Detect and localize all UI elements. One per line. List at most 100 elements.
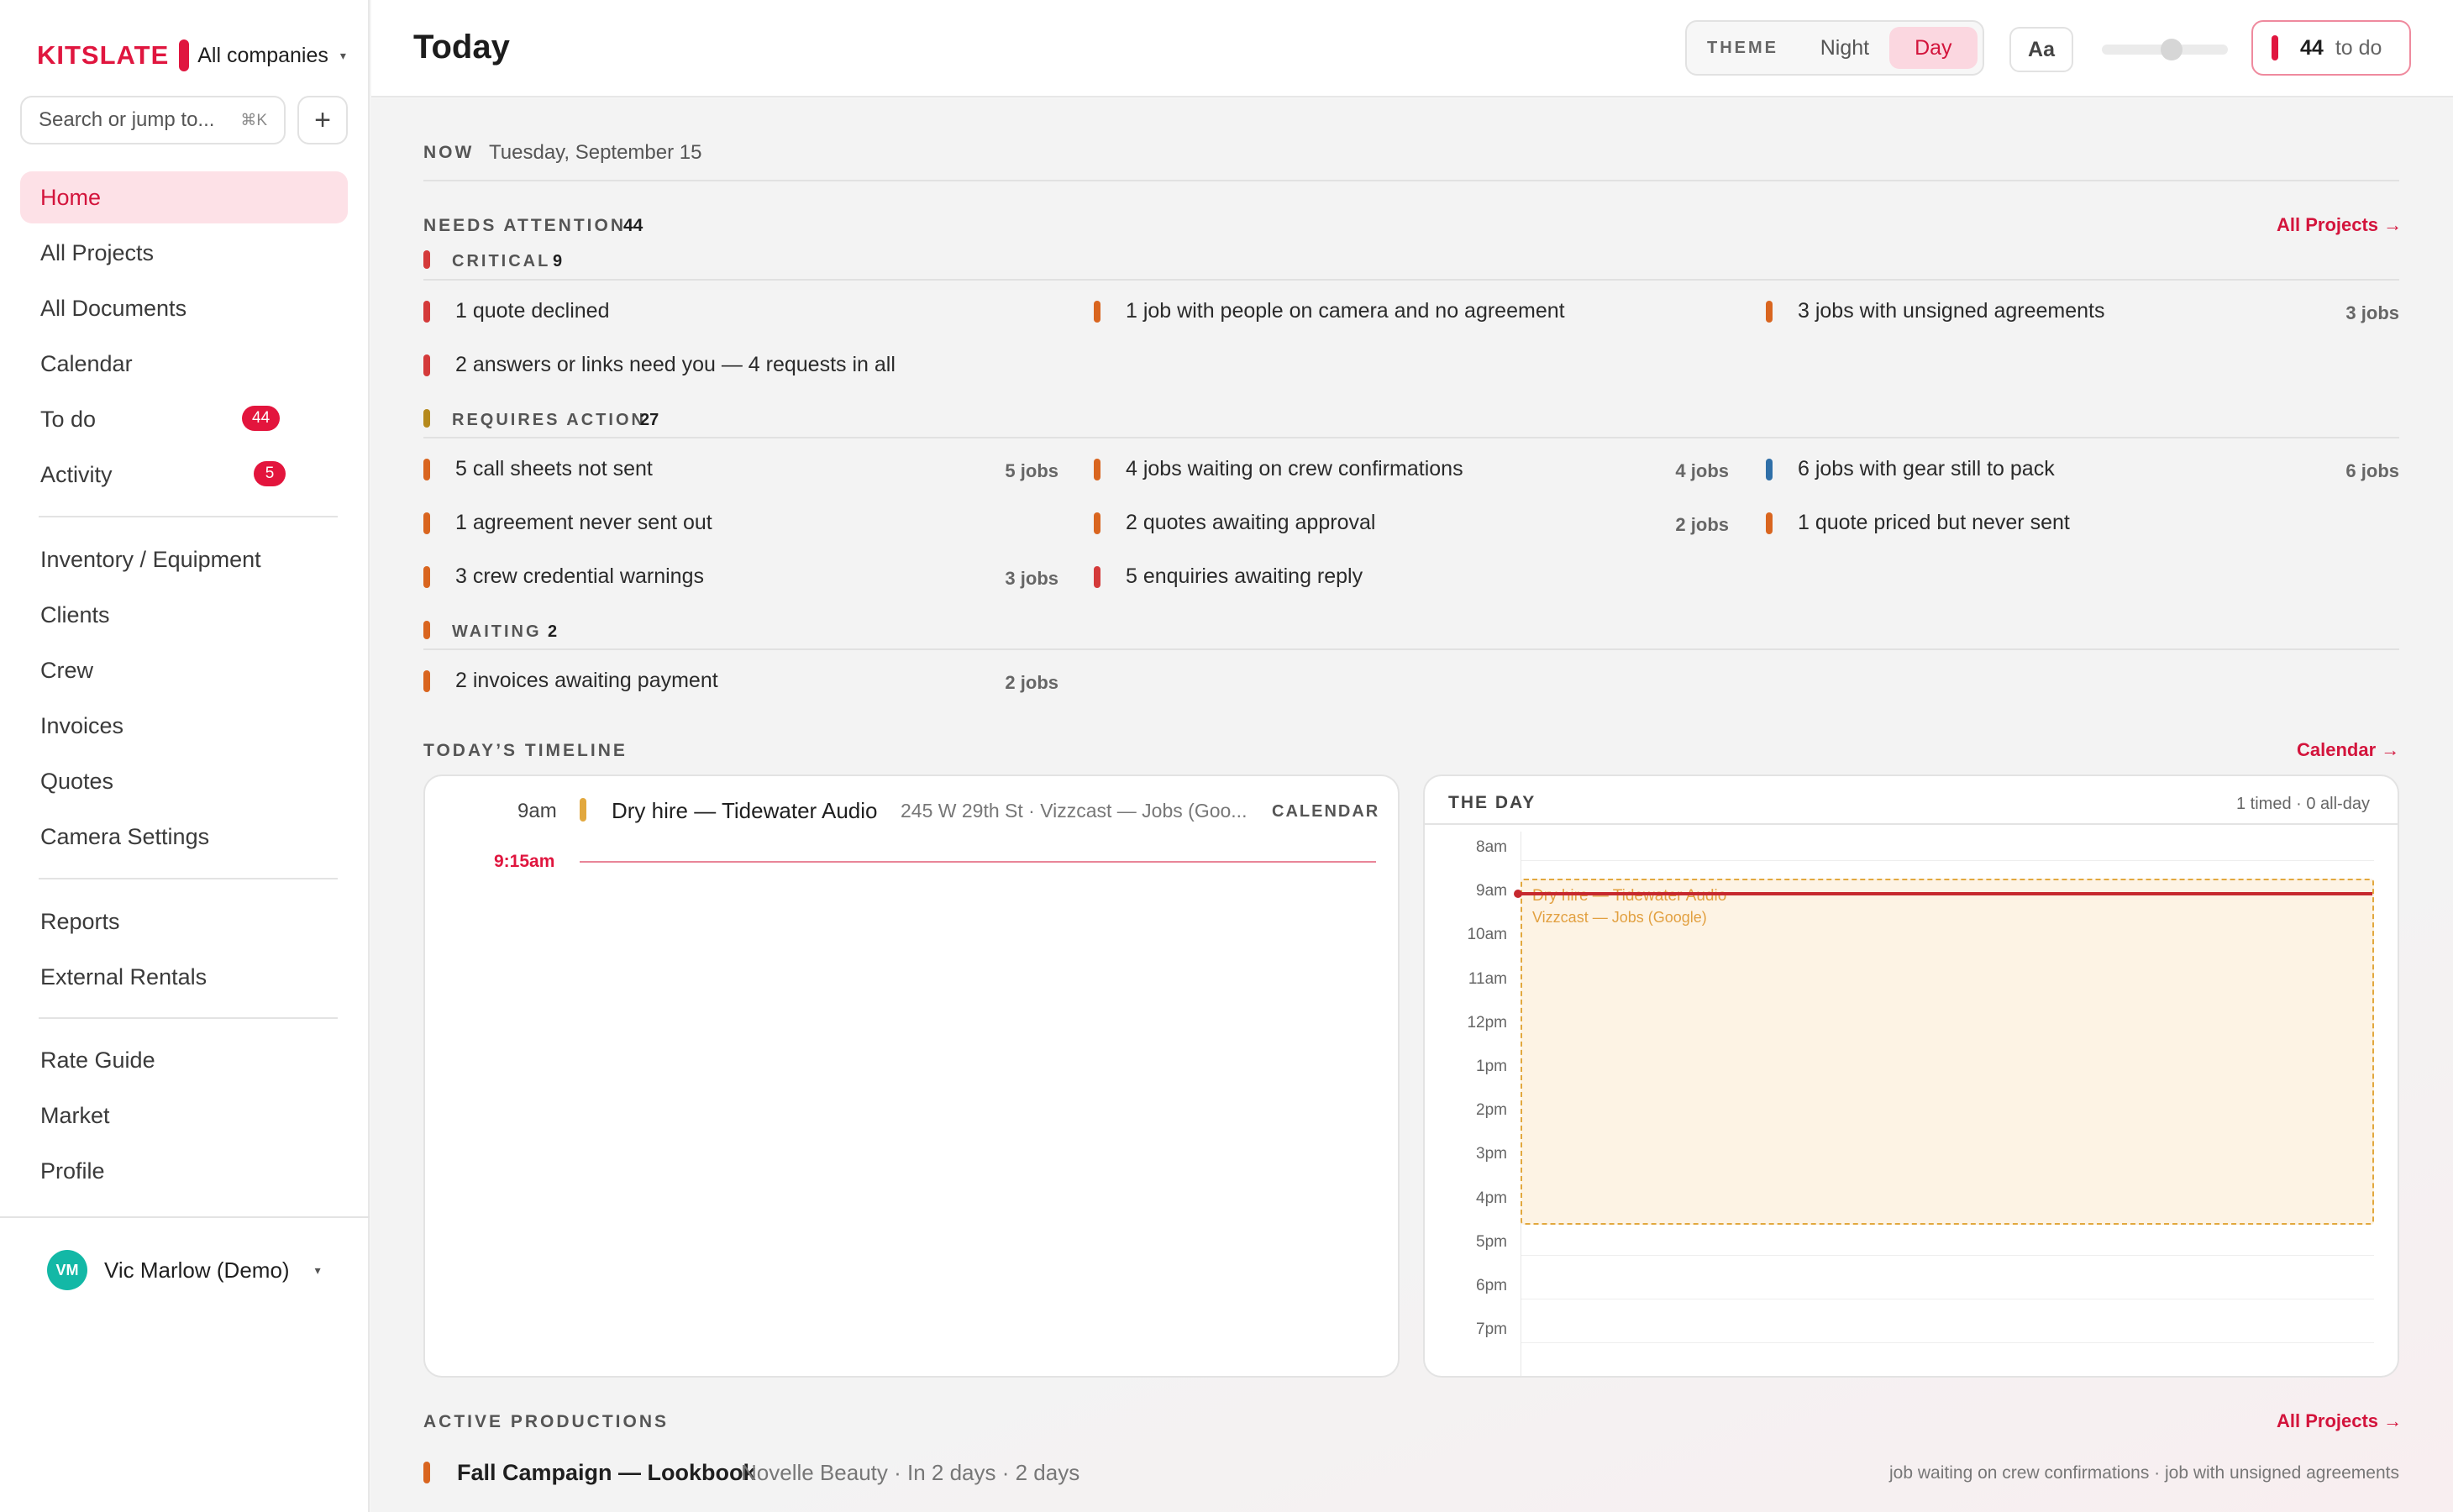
sidebar-item-inventory[interactable]: Inventory / Equipment xyxy=(20,533,348,585)
list-item-marker xyxy=(423,459,430,480)
event-title[interactable]: Dry hire — Tidewater Audio xyxy=(612,798,877,824)
search-placeholder: Search or jump to... xyxy=(39,108,215,131)
hour-label: 6pm xyxy=(1476,1277,1507,1294)
hour-gridline xyxy=(1521,860,2374,861)
list-item[interactable]: 3 crew credential warnings xyxy=(455,564,704,589)
todo-bar-icon xyxy=(2272,35,2278,60)
event-marker xyxy=(580,798,586,822)
sidebar-item-invoices[interactable]: Invoices xyxy=(20,700,348,752)
sidebar-item-reports[interactable]: Reports xyxy=(20,895,348,948)
list-item[interactable]: 1 quote declined xyxy=(455,299,609,323)
all-projects-link[interactable]: All Projects → xyxy=(2277,214,2402,236)
jobs-count: 5 jobs xyxy=(1005,460,1058,481)
list-item-marker xyxy=(423,670,430,692)
all-projects-link[interactable]: All Projects → xyxy=(2277,1410,2402,1432)
production-flags: job waiting on crew confirmations · job … xyxy=(1889,1463,2399,1483)
sidebar-divider xyxy=(39,1017,338,1019)
sidebar-divider xyxy=(39,878,338,879)
sidebar-item-home[interactable]: Home xyxy=(20,171,348,223)
sidebar-item-label: All Projects xyxy=(40,239,155,265)
user-menu[interactable]: VM Vic Marlow (Demo) ▾ xyxy=(47,1249,321,1291)
sidebar-item-crew[interactable]: Crew xyxy=(20,644,348,696)
hour-label: 9am xyxy=(1476,882,1507,900)
list-item-marker xyxy=(1766,512,1773,534)
now-label: NOW xyxy=(423,143,475,162)
requires-action-marker xyxy=(423,409,430,428)
brand-logo: KITSLATE xyxy=(37,40,170,70)
timeline-label: TODAY’S TIMELINE xyxy=(423,741,628,760)
sidebar-item-label: Camera Settings xyxy=(40,823,210,849)
list-item[interactable]: 1 quote priced but never sent xyxy=(1798,511,2070,535)
sidebar-item-rate-guide[interactable]: Rate Guide xyxy=(20,1034,348,1086)
brand-switcher[interactable]: KITSLATE All companies ▾ xyxy=(37,37,346,74)
critical-marker xyxy=(423,250,430,269)
divider xyxy=(423,437,2399,438)
sidebar-item-label: Inventory / Equipment xyxy=(40,546,261,572)
sidebar-item-clients[interactable]: Clients xyxy=(20,589,348,641)
sidebar-item-todo[interactable]: To do 44 xyxy=(20,393,348,445)
day-card: THE DAY 1 timed · 0 all-day 8am 9am 10am 11… xyxy=(1423,774,2399,1378)
list-item[interactable]: 6 jobs with gear still to pack xyxy=(1798,457,2055,481)
jobs-count: 2 jobs xyxy=(1005,672,1058,693)
sidebar-item-all-documents[interactable]: All Documents xyxy=(20,282,348,334)
sidebar-item-calendar[interactable]: Calendar xyxy=(20,338,348,390)
sidebar-item-label: Activity xyxy=(40,461,113,487)
sidebar-item-label: Rate Guide xyxy=(40,1047,155,1073)
now-date: Tuesday, September 15 xyxy=(489,141,702,164)
list-item-marker xyxy=(423,354,430,376)
add-button[interactable]: + xyxy=(297,96,348,144)
sidebar-item-market[interactable]: Market xyxy=(20,1089,348,1142)
company-selector[interactable]: All companies xyxy=(197,44,328,68)
hour-label: 7pm xyxy=(1476,1320,1507,1339)
chevron-down-icon[interactable]: ▾ xyxy=(315,1263,321,1278)
list-item[interactable]: 2 answers or links need you — 4 requests… xyxy=(455,353,896,377)
sidebar-item-label: Quotes xyxy=(40,768,114,794)
slider-thumb[interactable] xyxy=(2161,39,2182,60)
avatar: VM xyxy=(47,1250,87,1290)
todo-button[interactable]: 44 to do xyxy=(2251,20,2411,76)
day-summary: 1 timed · 0 all-day xyxy=(2236,795,2370,813)
sidebar-item-all-projects[interactable]: All Projects xyxy=(20,227,348,279)
list-item[interactable]: 4 jobs waiting on crew confirmations xyxy=(1126,457,1463,481)
list-item-marker xyxy=(423,566,430,588)
list-item[interactable]: 2 invoices awaiting payment xyxy=(455,669,718,693)
sidebar-item-profile[interactable]: Profile xyxy=(20,1145,348,1197)
sidebar-item-activity[interactable]: Activity 5 xyxy=(20,449,348,501)
day-event-subtitle: Vizzcast — Jobs (Google) xyxy=(1532,909,1707,926)
hour-label: 5pm xyxy=(1476,1232,1507,1251)
list-item-marker xyxy=(423,512,430,534)
list-item[interactable]: 2 quotes awaiting approval xyxy=(1126,511,1375,535)
hour-label: 1pm xyxy=(1476,1058,1507,1075)
list-item[interactable]: 1 job with people on camera and no agree… xyxy=(1126,299,1565,323)
list-item[interactable]: 5 call sheets not sent xyxy=(455,457,653,481)
sidebar-item-quotes[interactable]: Quotes xyxy=(20,755,348,807)
todo-count: 44 xyxy=(2300,35,2324,60)
production-meta: Novelle Beauty · In 2 days · 2 days xyxy=(741,1460,1080,1485)
font-size-button[interactable]: Aa xyxy=(2009,27,2073,72)
list-item[interactable]: 3 jobs with unsigned agreements xyxy=(1798,299,2105,323)
divider xyxy=(1425,823,2398,825)
sidebar-divider xyxy=(0,1216,370,1218)
day-event-title: Dry hire — Tidewater Audio xyxy=(1532,887,1727,905)
search-input[interactable]: Search or jump to... ⌘K xyxy=(20,96,286,144)
calendar-tag: CALENDAR xyxy=(1272,802,1380,821)
brand-bar-icon xyxy=(179,39,190,71)
jobs-count: 2 jobs xyxy=(1675,514,1729,535)
sidebar-item-external-rentals[interactable]: External Rentals xyxy=(20,951,348,1003)
list-item[interactable]: 5 enquiries awaiting reply xyxy=(1126,564,1363,589)
sidebar-item-camera-settings[interactable]: Camera Settings xyxy=(20,811,348,863)
theme-day-button[interactable]: Day xyxy=(1888,27,1978,69)
chevron-down-icon[interactable]: ▾ xyxy=(340,49,346,63)
sidebar-item-label: To do xyxy=(40,406,97,432)
day-title: THE DAY xyxy=(1448,793,1536,812)
requires-action-count: 27 xyxy=(640,411,659,429)
list-item-marker xyxy=(1766,459,1773,480)
calendar-link[interactable]: Calendar → xyxy=(2297,739,2399,761)
production-title[interactable]: Fall Campaign — Lookbook xyxy=(457,1460,756,1486)
sidebar: KITSLATE All companies ▾ Search or jump … xyxy=(0,0,370,1512)
list-item[interactable]: 1 agreement never sent out xyxy=(455,511,712,535)
needs-attention-label: NEEDS ATTENTION xyxy=(423,216,627,235)
needs-attention-count: 44 xyxy=(623,216,643,235)
day-event-block[interactable] xyxy=(1521,879,2374,1225)
theme-night-button[interactable]: Night xyxy=(1800,27,1888,69)
